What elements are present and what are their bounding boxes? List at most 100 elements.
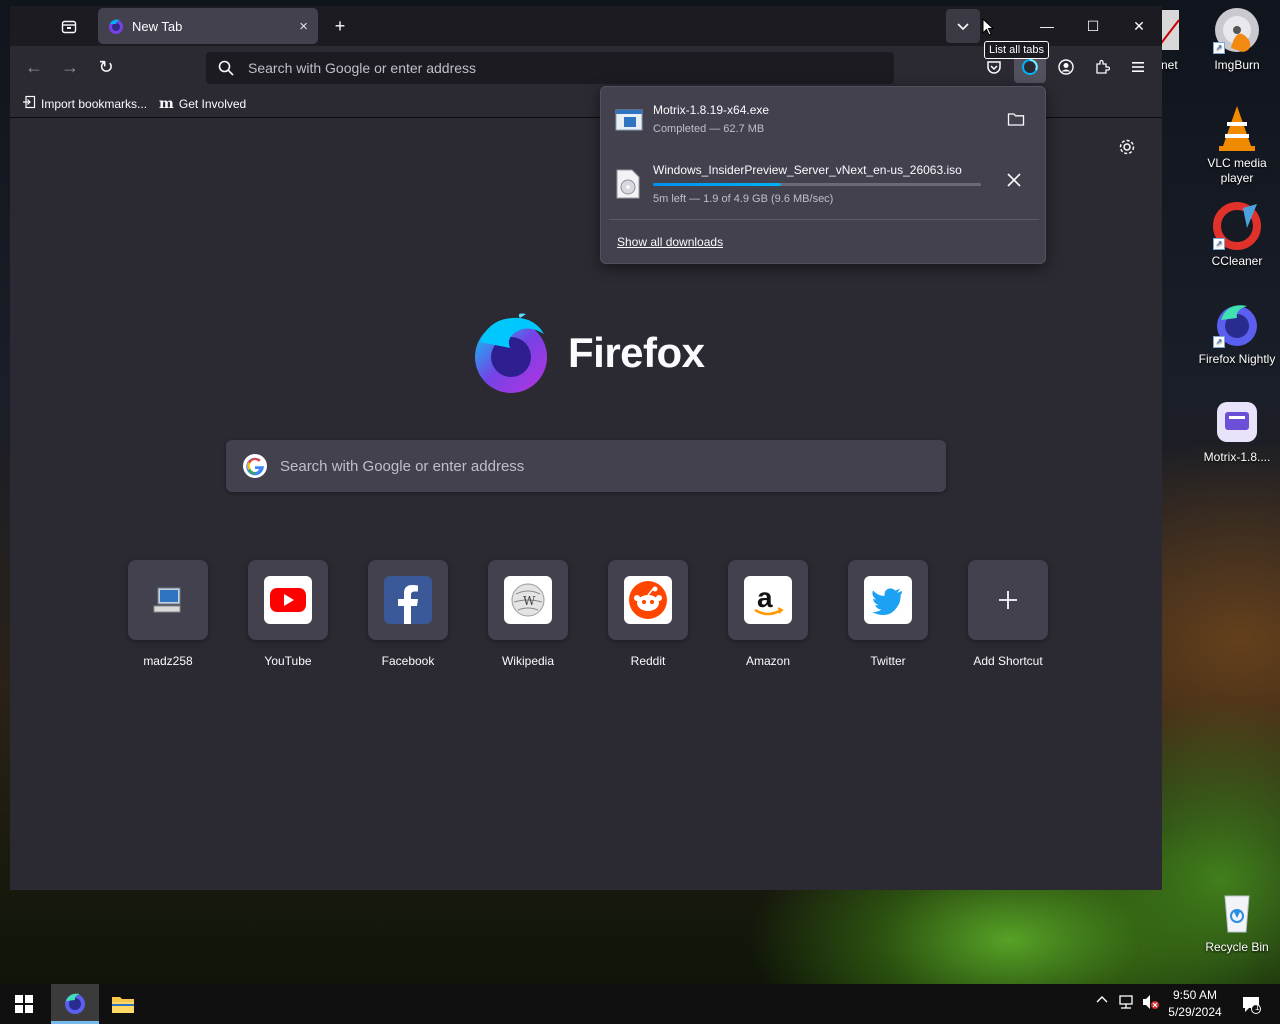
network-button[interactable] xyxy=(1118,994,1136,1013)
pocket-icon xyxy=(987,61,1001,74)
firefox-wordmark: Firefox xyxy=(568,329,705,376)
firefox-nightly-icon: ↗ xyxy=(1213,300,1261,348)
shortcut-amazon[interactable]: a Amazon xyxy=(720,560,816,668)
desktop-icon-firefox-nightly[interactable]: ↗ Firefox Nightly xyxy=(1198,300,1276,367)
chevron-down-icon xyxy=(957,23,969,31)
shortcut-twitter[interactable]: Twitter xyxy=(840,560,936,668)
shortcut-madz258[interactable]: madz258 xyxy=(120,560,216,668)
clock-time: 9:50 AM xyxy=(1172,988,1218,1002)
download-status: 5m left — 1.9 of 4.9 GB (9.6 MB/sec) xyxy=(653,193,834,205)
ccleaner-icon: ↗ xyxy=(1213,202,1261,250)
download-filename: Motrix-1.8.19-x64.exe xyxy=(653,103,770,117)
tab-close-icon[interactable]: × xyxy=(299,18,308,35)
desktop-icon-label: CCleaner xyxy=(1211,254,1263,268)
mozilla-icon: m xyxy=(159,95,174,112)
imgburn-icon: ↗ xyxy=(1213,6,1261,54)
shortcut-facebook[interactable]: Facebook xyxy=(360,560,456,668)
download-progress-icon xyxy=(1022,59,1038,75)
network-icon xyxy=(1119,995,1133,1009)
minimize-button[interactable]: — xyxy=(1024,6,1070,46)
firefox-favicon-icon xyxy=(108,18,124,34)
bookmark-get-involved[interactable]: m Get Involved xyxy=(159,96,246,112)
panel-divider xyxy=(609,219,1039,220)
download-status: Completed — 62.7 MB xyxy=(653,123,765,135)
shortcut-reddit[interactable]: Reddit xyxy=(600,560,696,668)
personalize-settings-button[interactable] xyxy=(1118,138,1136,161)
download-progress-bar xyxy=(653,183,981,186)
list-all-tabs-tooltip: List all tabs xyxy=(984,41,1050,59)
reddit-icon xyxy=(624,576,672,624)
forward-button[interactable]: → xyxy=(54,51,86,83)
shortcut-tile xyxy=(128,560,208,640)
puzzle-icon xyxy=(1096,59,1110,74)
extensions-button[interactable] xyxy=(1086,51,1118,83)
mouse-cursor-icon xyxy=(982,18,994,36)
firefox-view-button[interactable] xyxy=(52,9,86,43)
clock-date: 5/29/2024 xyxy=(1168,1005,1222,1019)
folder-icon xyxy=(1007,113,1025,126)
desktop-icon-label: ImgBurn xyxy=(1214,58,1260,72)
content-search-box[interactable]: Search with Google or enter address xyxy=(226,440,946,492)
taskbar-clock[interactable]: 9:50 AM 5/29/2024 xyxy=(1160,987,1230,1021)
taskbar: 9:50 AM 5/29/2024 1 xyxy=(0,984,1280,1024)
shortcut-tile xyxy=(248,560,328,640)
svg-text:W: W xyxy=(523,594,536,608)
tab-bar: New Tab × + — ☐ ✕ xyxy=(10,6,1162,46)
close-window-button[interactable]: ✕ xyxy=(1116,6,1162,46)
cancel-download-button[interactable] xyxy=(1007,173,1021,192)
taskbar-file-explorer[interactable] xyxy=(99,984,147,1024)
computer-icon xyxy=(144,576,192,624)
back-button[interactable]: ← xyxy=(18,51,50,83)
motrix-icon xyxy=(1213,398,1261,446)
url-bar[interactable]: Search with Google or enter address xyxy=(206,52,894,84)
downloads-panel: Motrix-1.8.19-x64.exe Completed — 62.7 M… xyxy=(600,86,1046,264)
youtube-icon xyxy=(264,576,312,624)
list-all-tabs-button[interactable] xyxy=(946,9,980,43)
bookmark-import[interactable]: Import bookmarks... xyxy=(22,95,147,112)
reload-button[interactable]: ↻ xyxy=(90,51,122,83)
search-icon xyxy=(218,60,234,76)
exe-file-icon xyxy=(615,107,643,137)
tab-new-tab[interactable]: New Tab × xyxy=(98,8,318,44)
svg-text:a: a xyxy=(757,582,773,613)
vlc-icon xyxy=(1213,104,1261,152)
windows-logo-icon xyxy=(15,995,33,1013)
desktop-icon-recycle-bin[interactable]: Recycle Bin xyxy=(1198,888,1276,955)
download-item[interactable]: Motrix-1.8.19-x64.exe Completed — 62.7 M… xyxy=(601,93,1047,153)
shortcut-label: Twitter xyxy=(870,654,906,668)
taskbar-firefox-nightly[interactable] xyxy=(51,984,99,1024)
open-folder-button[interactable] xyxy=(1007,111,1025,132)
url-bar-placeholder: Search with Google or enter address xyxy=(248,60,477,76)
volume-button[interactable] xyxy=(1142,994,1160,1013)
show-all-downloads-link[interactable]: Show all downloads xyxy=(617,235,723,249)
shortcut-label: madz258 xyxy=(143,654,193,668)
account-icon xyxy=(1058,59,1074,75)
account-button[interactable] xyxy=(1050,51,1082,83)
shortcut-label: Wikipedia xyxy=(501,654,555,668)
shortcut-youtube[interactable]: YouTube xyxy=(240,560,336,668)
folder-icon xyxy=(112,997,134,1013)
desktop-icon-motrix[interactable]: Motrix-1.8.... xyxy=(1198,398,1276,465)
plus-icon xyxy=(984,576,1032,624)
hamburger-menu-icon xyxy=(1132,62,1144,72)
shortcut-arrow-icon: ↗ xyxy=(1213,336,1225,348)
show-hidden-icons-button[interactable] xyxy=(1096,994,1108,1009)
shortcut-add[interactable]: Add Shortcut xyxy=(960,560,1056,668)
shortcut-wikipedia[interactable]: W Wikipedia xyxy=(480,560,576,668)
firefox-nightly-icon xyxy=(65,993,85,1014)
maximize-button[interactable]: ☐ xyxy=(1070,6,1116,46)
new-tab-button[interactable]: + xyxy=(323,9,357,43)
firefox-view-icon xyxy=(61,20,77,34)
desktop-icon-vlc[interactable]: VLC media player xyxy=(1198,104,1276,186)
action-center-button[interactable]: 1 xyxy=(1236,984,1266,1024)
app-menu-button[interactable] xyxy=(1122,51,1154,83)
tab-title: New Tab xyxy=(132,18,183,34)
shortcut-label: Facebook xyxy=(381,654,435,668)
desktop-icon-imgburn[interactable]: ↗ ImgBurn xyxy=(1198,6,1276,73)
close-icon xyxy=(1007,173,1021,187)
desktop-icon-ccleaner[interactable]: ↗ CCleaner xyxy=(1198,202,1276,269)
content-search-placeholder: Search with Google or enter address xyxy=(280,457,525,475)
twitter-icon xyxy=(864,576,912,624)
iso-file-icon xyxy=(615,169,643,199)
start-button[interactable] xyxy=(0,984,48,1024)
